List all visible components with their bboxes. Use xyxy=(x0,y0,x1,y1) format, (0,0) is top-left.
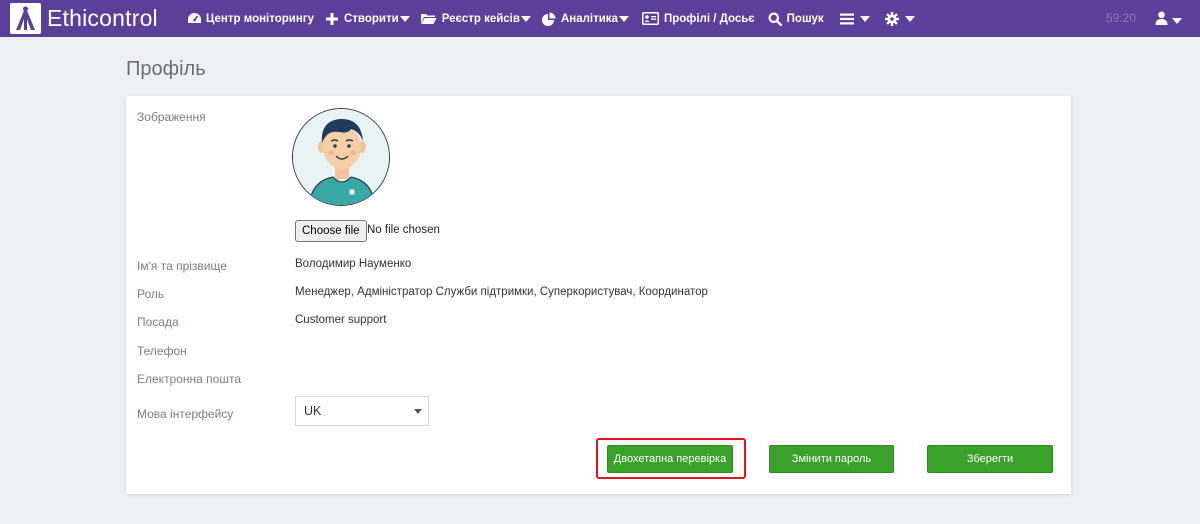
brand-name: Ethicontrol xyxy=(47,5,158,31)
change-password-button[interactable]: Змінити пароль xyxy=(769,445,894,473)
pie-chart-icon xyxy=(541,11,557,27)
nav-label: Профілі / Досьє xyxy=(663,12,755,25)
name-label: Ім'я та прізвище xyxy=(137,259,227,273)
nav-monitoring-center[interactable]: Центр моніторингу xyxy=(186,0,314,37)
chevron-down-icon xyxy=(618,15,629,22)
folder-icon xyxy=(420,11,438,27)
language-select-value: UK xyxy=(304,404,322,418)
nav-search[interactable]: Пошук xyxy=(767,0,824,37)
brand[interactable]: Ethicontrol xyxy=(0,0,178,37)
plus-icon xyxy=(324,11,340,27)
hamburger-menu-icon xyxy=(839,11,855,27)
choose-file-button[interactable]: Choose file xyxy=(295,220,367,242)
name-value: Володимир Науменко xyxy=(295,258,412,270)
chevron-down-icon xyxy=(414,409,422,414)
email-label: Електронна пошта xyxy=(137,372,242,386)
user-icon xyxy=(1155,11,1168,30)
save-button[interactable]: Зберегти xyxy=(927,445,1053,473)
chevron-down-icon xyxy=(859,15,870,22)
nav-create[interactable]: Створити xyxy=(324,0,410,37)
nav-label: Створити xyxy=(344,12,399,25)
search-icon xyxy=(767,11,783,27)
user-menu[interactable] xyxy=(1155,11,1182,30)
nav-case-registry[interactable]: Реєстр кейсів xyxy=(420,0,531,37)
language-select[interactable]: UK xyxy=(295,396,429,426)
dashboard-icon xyxy=(186,11,202,27)
chevron-down-icon xyxy=(399,15,410,22)
role-value: Менеджер, Адміністратор Служби підтримки… xyxy=(295,286,708,298)
top-navbar: Ethicontrol Центр моніторингу Створити Р… xyxy=(0,0,1200,37)
phone-label: Телефон xyxy=(137,344,187,358)
profile-avatar xyxy=(292,108,390,206)
file-status: No file chosen xyxy=(367,224,440,236)
gear-icon xyxy=(884,11,900,27)
profile-card: Зображення Choose file No file chosen Ім… xyxy=(126,96,1071,494)
page-title: Профіль xyxy=(126,58,206,80)
ethicontrol-logo-icon xyxy=(10,3,41,34)
nav-profiles-dossier[interactable]: Профілі / Досьє xyxy=(641,0,755,37)
two-factor-button[interactable]: Двохетапна перевірка xyxy=(607,445,733,473)
nav-label: Пошук xyxy=(786,12,824,25)
nav-menu[interactable] xyxy=(839,0,870,37)
nav-settings[interactable] xyxy=(884,0,915,37)
position-value: Customer support xyxy=(295,314,387,326)
chevron-down-icon xyxy=(1172,17,1182,24)
session-timer: 59:20 xyxy=(1106,11,1137,25)
image-label: Зображення xyxy=(137,110,206,124)
nav-analytics[interactable]: Аналітика xyxy=(541,0,629,37)
chevron-down-icon xyxy=(520,15,531,22)
nav-label: Реєстр кейсів xyxy=(441,12,520,25)
id-card-icon xyxy=(641,11,660,27)
role-label: Роль xyxy=(137,287,165,301)
language-label: Мова інтерфейсу xyxy=(137,407,234,421)
chevron-down-icon xyxy=(904,15,915,22)
nav-label: Центр моніторингу xyxy=(206,12,314,25)
nav-label: Аналітика xyxy=(560,12,618,25)
position-label: Посада xyxy=(137,315,179,329)
